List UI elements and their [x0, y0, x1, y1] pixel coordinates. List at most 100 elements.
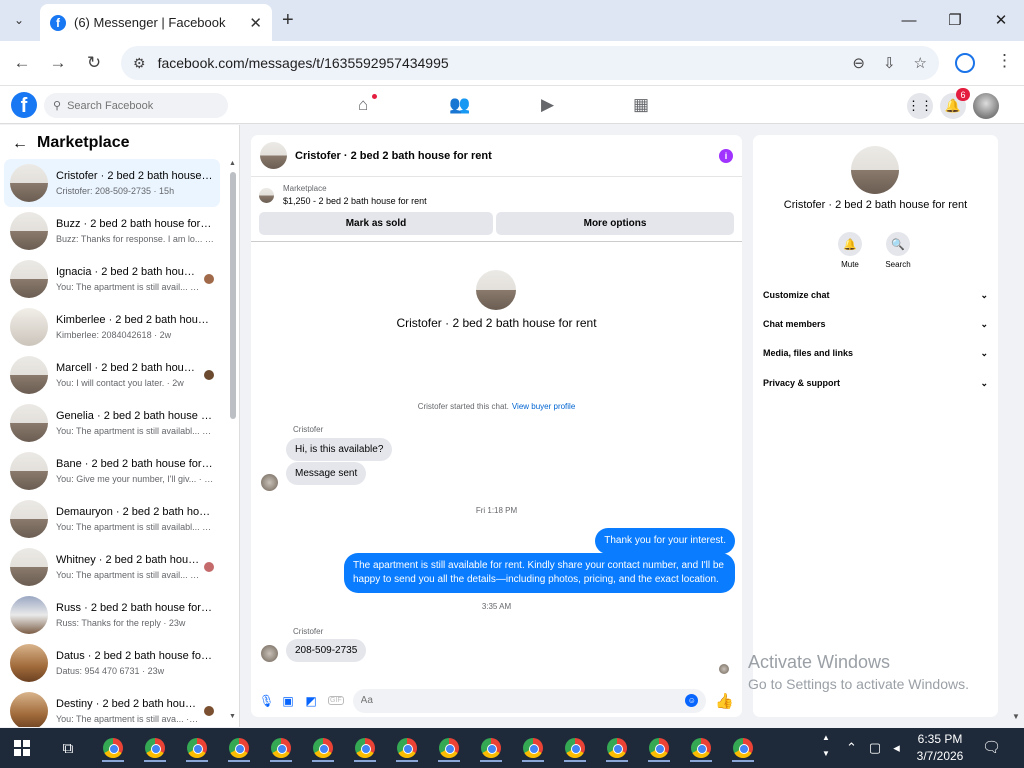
facebook-logo-icon[interactable]: f	[11, 92, 37, 118]
chrome-taskbar-icon[interactable]	[728, 733, 758, 763]
account-avatar[interactable]	[973, 93, 999, 119]
zoom-icon[interactable]: ⊖	[852, 54, 865, 72]
info-icon[interactable]: i	[719, 148, 733, 163]
chrome-taskbar-icon[interactable]	[518, 733, 548, 763]
bookmark-star-icon[interactable]: ☆	[914, 54, 927, 72]
list-item[interactable]: Kimberlee · 2 bed 2 bath house... Kimberl…	[4, 303, 220, 351]
start-button[interactable]	[0, 740, 44, 756]
taskbar-scroll-icon[interactable]: ▲ ▼	[822, 730, 830, 762]
list-item[interactable]: Russ · 2 bed 2 bath house for r... Russ: …	[4, 591, 220, 639]
chrome-taskbar-icon[interactable]	[98, 733, 128, 763]
scroll-down-arrow-icon[interactable]: ▼	[229, 713, 236, 720]
facebook-search-input[interactable]	[67, 99, 208, 112]
address-bar[interactable]: ⚙ facebook.com/messages/t/16355929574349…	[121, 46, 939, 80]
close-window-button[interactable]: ✕	[978, 0, 1024, 40]
reload-icon[interactable]: ↻	[81, 51, 107, 75]
view-buyer-profile-link[interactable]: View buyer profile	[512, 402, 575, 411]
chrome-taskbar-icon[interactable]	[308, 733, 338, 763]
chat-title[interactable]: Cristofer · 2 bed 2 bath house for rent	[295, 150, 719, 162]
message-input-box[interactable]: ☺	[352, 688, 707, 713]
chrome-taskbar-icon[interactable]	[644, 733, 674, 763]
back-arrow-icon[interactable]: ←	[9, 51, 35, 75]
site-settings-icon[interactable]: ⚙	[133, 55, 146, 72]
emoji-icon[interactable]: ☺	[685, 694, 699, 707]
more-options-button[interactable]: More options	[496, 212, 734, 235]
chat-profile-thumbnail[interactable]	[476, 270, 516, 310]
chrome-taskbar-icon[interactable]	[392, 733, 422, 763]
search-conversation-button[interactable]: 🔍 Search	[878, 232, 918, 269]
browser-tab-messenger[interactable]: f (6) Messenger | Facebook ✕	[40, 4, 272, 41]
show-hidden-icons-icon[interactable]: ⌃	[846, 740, 857, 756]
chrome-taskbar-icon[interactable]	[140, 733, 170, 763]
marketplace-icon[interactable]: ▦	[633, 95, 649, 115]
list-item[interactable]: Ignacia · 2 bed 2 bath house ... You: The…	[4, 255, 220, 303]
conversation-name: Demauryon · 2 bed 2 bath hou...	[56, 506, 214, 518]
list-item[interactable]: Bane · 2 bed 2 bath house for r... You: G…	[4, 447, 220, 495]
url-text[interactable]: facebook.com/messages/t/1635592957434995	[158, 55, 835, 71]
list-item[interactable]: Demauryon · 2 bed 2 bath hou... You: The …	[4, 495, 220, 543]
media-files-links-section[interactable]: Media, files and links ⌄	[763, 348, 988, 359]
new-tab-button[interactable]: +	[282, 9, 294, 32]
chrome-taskbar-icon[interactable]	[560, 733, 590, 763]
mute-button[interactable]: 🔔 Mute	[830, 232, 870, 269]
message-bubble[interactable]: 208-509-2735	[286, 639, 367, 662]
message-bubble[interactable]: Hi, is this available?	[286, 438, 393, 461]
sender-avatar[interactable]	[261, 474, 278, 491]
sticker-icon[interactable]: ◩	[305, 694, 317, 708]
photo-icon[interactable]: ▣	[282, 694, 294, 708]
chrome-taskbar-icon[interactable]	[686, 733, 716, 763]
chrome-taskbar-icon[interactable]	[224, 733, 254, 763]
install-app-icon[interactable]: ⇩	[883, 54, 896, 72]
chrome-taskbar-icon[interactable]	[182, 733, 212, 763]
customize-chat-section[interactable]: Customize chat ⌄	[763, 290, 988, 301]
list-item[interactable]: Datus · 2 bed 2 bath house for ... Datus:…	[4, 639, 220, 687]
message-input[interactable]	[360, 695, 686, 706]
mark-as-sold-button[interactable]: Mark as sold	[259, 212, 493, 235]
message-bubble[interactable]: The apartment is still available for ren…	[344, 553, 735, 593]
chat-thumbnail[interactable]	[260, 142, 287, 169]
menu-grid-icon[interactable]: ⋮⋮	[907, 93, 933, 119]
message-bubble[interactable]: Message sent	[286, 462, 367, 485]
browser-profile-icon[interactable]	[955, 53, 975, 73]
privacy-support-section[interactable]: Privacy & support ⌄	[763, 378, 988, 389]
gif-icon[interactable]: GIF	[328, 696, 344, 705]
chrome-taskbar-icon[interactable]	[350, 733, 380, 763]
list-item[interactable]: Whitney · 2 bed 2 bath hous... You: The a…	[4, 543, 220, 591]
back-arrow-icon[interactable]: ←	[12, 135, 28, 153]
list-item[interactable]: Destiny · 2 bed 2 bath house... You: The …	[4, 687, 220, 727]
friends-icon[interactable]: 👥	[449, 95, 470, 115]
watch-video-icon[interactable]: ▶	[541, 95, 554, 115]
forward-arrow-icon[interactable]: →	[45, 51, 71, 75]
home-icon[interactable]: ⌂	[358, 95, 368, 115]
tab-close-icon[interactable]: ✕	[249, 14, 262, 32]
task-view-icon[interactable]: ⧉	[44, 740, 92, 757]
conversation-scrollbar[interactable]: ▲ ▼	[229, 160, 237, 720]
facebook-search[interactable]: ⚲	[44, 93, 228, 118]
volume-icon[interactable]: ◂	[893, 740, 900, 756]
list-item[interactable]: Cristofer · 2 bed 2 bath house f... Crist…	[4, 159, 220, 207]
page-scroll-down-arrow-icon[interactable]: ▼	[1012, 712, 1020, 721]
chrome-taskbar-icon[interactable]	[602, 733, 632, 763]
restore-button[interactable]: ❐	[932, 0, 978, 40]
action-center-icon[interactable]: 🗨	[982, 738, 1001, 756]
browser-menu-icon[interactable]: ⋮	[996, 51, 1013, 71]
scrollbar-thumb[interactable]	[230, 172, 236, 419]
chat-members-section[interactable]: Chat members ⌄	[763, 319, 988, 330]
chrome-taskbar-icon[interactable]	[476, 733, 506, 763]
network-icon[interactable]: ▢	[869, 740, 881, 756]
sender-avatar[interactable]	[261, 645, 278, 662]
minimize-button[interactable]: —	[886, 0, 932, 40]
list-item[interactable]: Buzz · 2 bed 2 bath house for r... Buzz: …	[4, 207, 220, 255]
scroll-up-arrow-icon[interactable]: ▲	[229, 160, 236, 167]
profile-thumbnail[interactable]	[851, 146, 899, 194]
microphone-icon[interactable]: 🎙	[259, 694, 274, 708]
message-bubble[interactable]: Thank you for your interest.	[595, 528, 735, 554]
list-item[interactable]: Genelia · 2 bed 2 bath house fo... You: T…	[4, 399, 220, 447]
listing-price[interactable]: $1,250 - 2 bed 2 bath house for rent	[283, 196, 427, 206]
system-clock[interactable]: 6:35 PM 3/7/2026	[905, 731, 975, 765]
chrome-taskbar-icon[interactable]	[434, 733, 464, 763]
tab-search-button[interactable]: ⌄	[6, 8, 32, 32]
thumbs-up-icon[interactable]: 👍	[715, 692, 734, 710]
chrome-taskbar-icon[interactable]	[266, 733, 296, 763]
list-item[interactable]: Marcell · 2 bed 2 bath house ... You: I w…	[4, 351, 220, 399]
